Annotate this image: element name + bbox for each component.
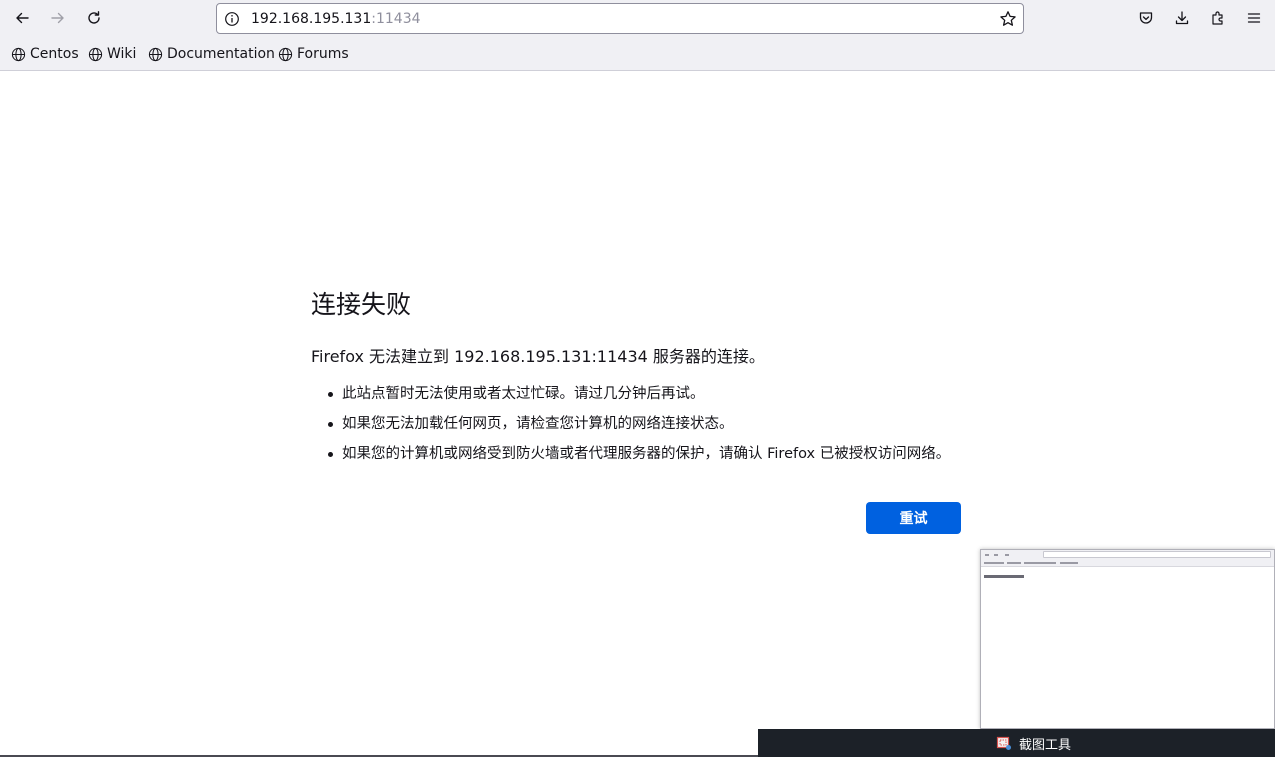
navigation-toolbar: 192.168.195.131:11434 — [0, 0, 1275, 36]
bookmark-wiki[interactable]: Wiki — [88, 45, 136, 63]
url-host: 192.168.195.131 — [251, 11, 372, 27]
taskbar-item-screenshot-tool[interactable]: 截图工具 — [996, 729, 1071, 757]
bookmark-label: Documentation — [167, 46, 275, 62]
url-text[interactable]: 192.168.195.131:11434 — [251, 10, 421, 28]
globe-icon — [148, 47, 163, 61]
bookmark-label: Forums — [297, 46, 349, 62]
thumbnail-mark — [1024, 562, 1056, 564]
app-menu-button[interactable] — [1241, 5, 1267, 31]
reload-icon — [88, 11, 100, 24]
bookmark-documentation[interactable]: Documentation — [148, 45, 275, 63]
thumbnail-bookmarks — [981, 559, 1274, 567]
thumbnail-mark — [1060, 562, 1078, 564]
reload-button[interactable] — [81, 5, 107, 31]
bookmark-star-icon[interactable] — [999, 10, 1017, 28]
bookmark-forums[interactable]: Forums — [278, 45, 349, 63]
globe-icon — [88, 47, 103, 61]
back-button[interactable] — [9, 5, 35, 31]
bookmark-label: Wiki — [107, 46, 137, 62]
taskbar-item-label: 截图工具 — [1019, 737, 1072, 753]
pocket-button[interactable] — [1133, 5, 1159, 31]
arrow-right-icon — [51, 12, 64, 24]
list-item: 如果您的计算机或网络受到防火墙或者代理服务器的保护，请确认 Firefox 已被… — [311, 444, 991, 474]
thumbnail-mark — [984, 562, 1004, 564]
thumbnail-mark — [994, 554, 998, 556]
error-suggestions: 此站点暂时无法使用或者太过忙碌。请过几分钟后再试。 如果您无法加载任何网页，请检… — [311, 384, 991, 474]
screenshot-tool-icon — [996, 736, 1011, 750]
downloads-button[interactable] — [1169, 5, 1195, 31]
thumbnail-mark — [1007, 562, 1021, 564]
taskbar: 截图工具 — [758, 729, 1275, 757]
url-bar[interactable]: 192.168.195.131:11434 — [216, 3, 1024, 34]
thumbnail-page-text — [984, 575, 1024, 578]
extensions-icon — [1212, 11, 1223, 25]
retry-button[interactable]: 重试 — [866, 502, 961, 534]
bookmarks-toolbar: Centos Wiki Documentation Forums — [0, 36, 1275, 71]
pocket-icon — [1139, 12, 1153, 24]
thumbnail-url-bar — [1043, 551, 1271, 558]
extensions-button[interactable] — [1205, 5, 1231, 31]
error-description: Firefox 无法建立到 192.168.195.131:11434 服务器的… — [311, 347, 765, 366]
thumbnail-toolbar — [981, 550, 1274, 559]
globe-icon — [278, 47, 293, 61]
info-icon[interactable] — [224, 11, 240, 27]
thumbnail-mark — [985, 554, 989, 556]
menu-icon — [1247, 13, 1261, 23]
list-item: 此站点暂时无法使用或者太过忙碌。请过几分钟后再试。 — [311, 384, 991, 414]
url-port: :11434 — [371, 11, 421, 27]
screenshot-preview-thumbnail[interactable] — [980, 549, 1275, 729]
error-title: 连接失败 — [311, 290, 412, 319]
list-item: 如果您无法加载任何网页，请检查您计算机的网络连接状态。 — [311, 414, 991, 444]
arrow-left-icon — [16, 12, 29, 24]
bookmark-centos[interactable]: Centos — [11, 45, 79, 63]
thumbnail-mark — [1005, 554, 1009, 556]
forward-button[interactable] — [45, 5, 71, 31]
globe-icon — [11, 47, 26, 61]
download-icon — [1175, 11, 1189, 25]
bookmark-label: Centos — [30, 46, 79, 62]
